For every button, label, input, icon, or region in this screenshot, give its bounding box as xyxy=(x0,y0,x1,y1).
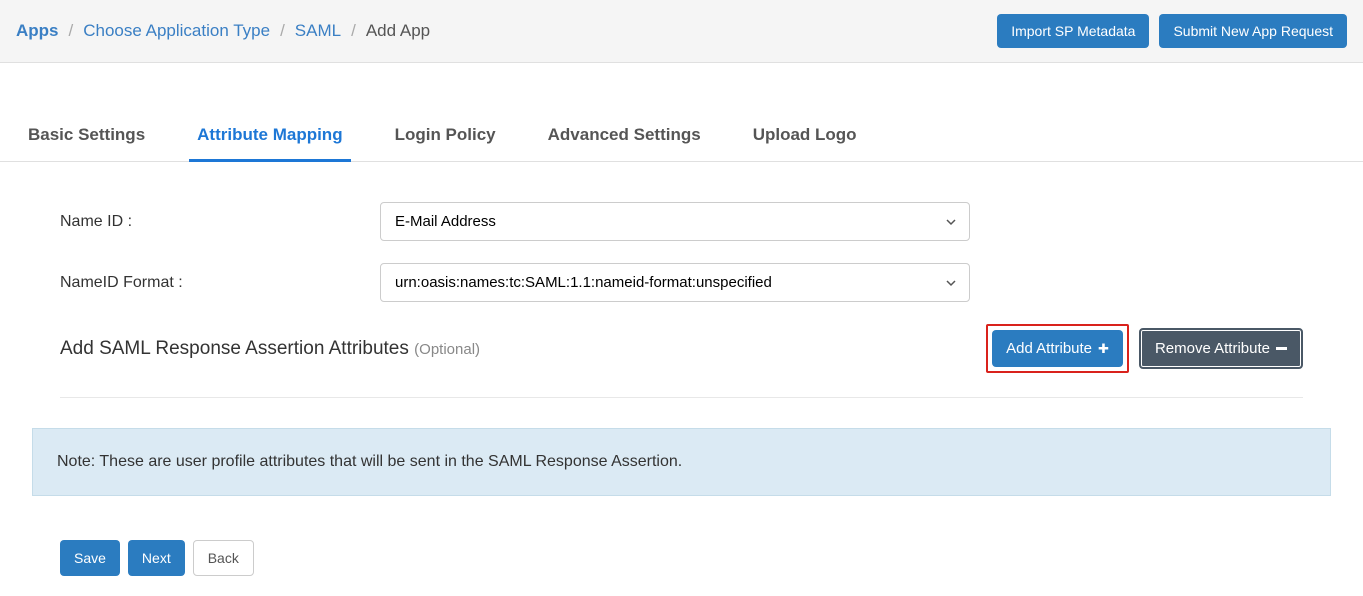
tab-advanced-settings[interactable]: Advanced Settings xyxy=(540,111,709,162)
highlight-box: Add Attribute xyxy=(986,324,1129,373)
nameid-select[interactable]: E-Mail Address xyxy=(380,202,970,241)
breadcrumb: Apps / Choose Application Type / SAML / … xyxy=(16,21,430,41)
nameid-label: Name ID : xyxy=(60,213,380,231)
nameid-format-label: NameID Format : xyxy=(60,274,380,292)
remove-attribute-button[interactable]: Remove Attribute xyxy=(1139,328,1303,369)
submit-request-button[interactable]: Submit New App Request xyxy=(1159,14,1347,48)
add-attribute-label: Add Attribute xyxy=(1006,340,1092,357)
plus-icon xyxy=(1098,340,1109,357)
breadcrumb-current: Add App xyxy=(366,21,430,41)
minus-icon xyxy=(1276,347,1287,350)
back-button[interactable]: Back xyxy=(193,540,254,576)
breadcrumb-saml[interactable]: SAML xyxy=(295,21,341,41)
save-button[interactable]: Save xyxy=(60,540,120,576)
tab-upload-logo[interactable]: Upload Logo xyxy=(745,111,865,162)
breadcrumb-apps[interactable]: Apps xyxy=(16,21,59,41)
nameid-format-select[interactable]: urn:oasis:names:tc:SAML:1.1:nameid-forma… xyxy=(380,263,970,302)
breadcrumb-sep: / xyxy=(69,21,74,41)
import-metadata-button[interactable]: Import SP Metadata xyxy=(997,14,1149,48)
tabs: Basic Settings Attribute Mapping Login P… xyxy=(0,111,1363,162)
next-button[interactable]: Next xyxy=(128,540,185,576)
add-attribute-button[interactable]: Add Attribute xyxy=(992,330,1123,367)
section-optional: (Optional) xyxy=(414,341,480,358)
breadcrumb-sep: / xyxy=(351,21,356,41)
tab-login-policy[interactable]: Login Policy xyxy=(387,111,504,162)
note-box: Note: These are user profile attributes … xyxy=(32,428,1331,496)
breadcrumb-choose[interactable]: Choose Application Type xyxy=(83,21,270,41)
section-title: Add SAML Response Assertion Attributes xyxy=(60,338,414,359)
tab-basic-settings[interactable]: Basic Settings xyxy=(20,111,153,162)
breadcrumb-sep: / xyxy=(280,21,285,41)
tab-attribute-mapping[interactable]: Attribute Mapping xyxy=(189,111,350,162)
remove-attribute-label: Remove Attribute xyxy=(1155,340,1270,357)
